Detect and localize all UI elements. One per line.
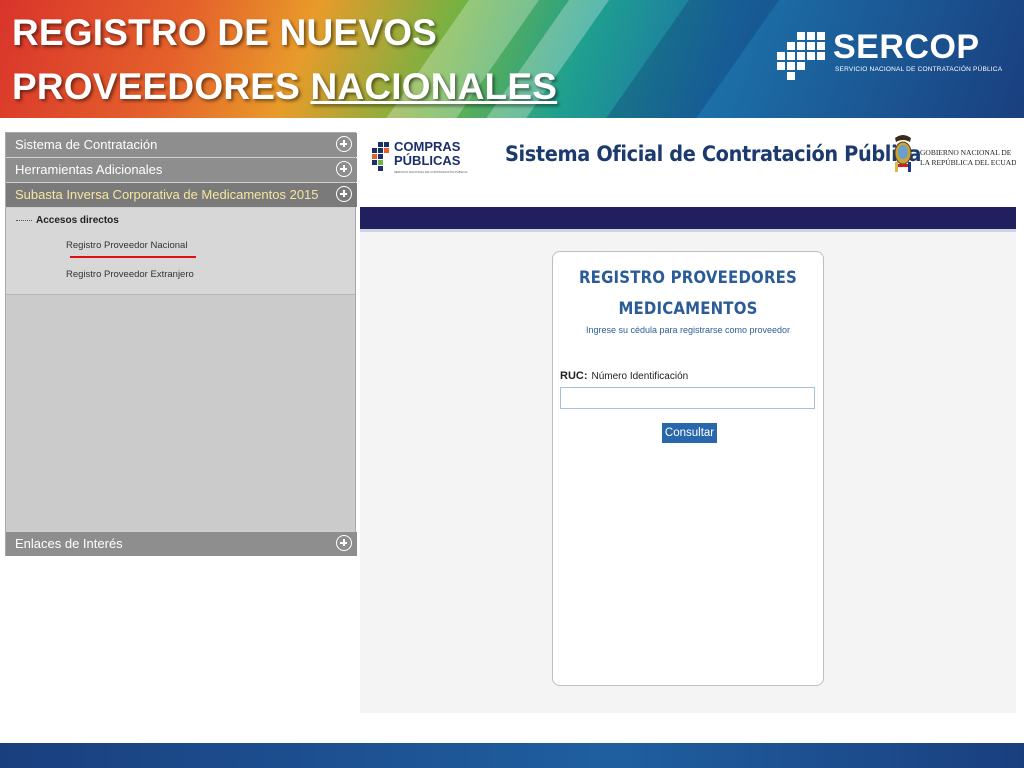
consultar-button[interactable]: Consultar bbox=[662, 423, 717, 443]
gobierno-logo: GOBIERNO NACIONAL DE LA REPÚBLICA DEL EC… bbox=[892, 132, 1016, 180]
compras-mark-icon bbox=[370, 142, 390, 176]
registro-form-card: REGISTRO PROVEEDORES MEDICAMENTOS Ingres… bbox=[552, 251, 824, 686]
slide-title-line2: PROVEEDORES NACIONALES bbox=[12, 60, 557, 114]
tree-branch-icon bbox=[16, 212, 32, 221]
slide-footer-bar bbox=[0, 743, 1024, 768]
plus-circle-icon[interactable] bbox=[336, 535, 352, 551]
slide-title-line2-underlined: NACIONALES bbox=[310, 66, 558, 107]
form-title-line2: MEDICAMENTOS bbox=[618, 299, 758, 319]
ruc-input[interactable] bbox=[560, 387, 815, 409]
portal-navbar bbox=[360, 207, 1016, 232]
ruc-label-row: RUC: Número Identificación bbox=[560, 370, 688, 382]
sidebar-empty-area bbox=[6, 295, 355, 531]
form-title-line1: REGISTRO PROVEEDORES bbox=[578, 268, 797, 288]
slide-title-line2-plain: PROVEEDORES bbox=[12, 66, 311, 107]
sidebar-section-subasta[interactable]: Subasta Inversa Corporativa de Medicamen… bbox=[6, 183, 357, 207]
form-subtitle: Ingrese su cédula para registrarse como … bbox=[585, 325, 791, 335]
sercop-subtitle: SERVICIO NACIONAL DE CONTRATACIÓN PÚBLIC… bbox=[835, 66, 1003, 73]
ecuador-crest-icon bbox=[894, 135, 912, 172]
plus-circle-icon[interactable] bbox=[336, 136, 352, 152]
sidebar-section-label: Subasta Inversa Corporativa de Medicamen… bbox=[15, 187, 319, 202]
plus-circle-icon[interactable] bbox=[336, 161, 352, 177]
link-registro-extranjero[interactable]: Registro Proveedor Extranjero bbox=[66, 269, 194, 280]
gobierno-line1: GOBIERNO NACIONAL DE bbox=[920, 148, 1012, 157]
sidebar-section-enlaces[interactable]: Enlaces de Interés bbox=[6, 532, 357, 556]
portal-header: COMPRAS PÚBLICAS SERVICIO NACIONAL DE CO… bbox=[360, 120, 1016, 207]
sercop-logo: SERCOP SERVICIO NACIONAL DE CONTRATACIÓN… bbox=[775, 28, 1002, 86]
gobierno-line2: LA REPÚBLICA DEL ECUADOR bbox=[920, 158, 1016, 167]
gobierno-text: GOBIERNO NACIONAL DE LA REPÚBLICA DEL EC… bbox=[920, 148, 1016, 168]
compras-line2: PÚBLICAS bbox=[394, 153, 461, 168]
banner-stripe bbox=[562, 0, 808, 118]
accesos-header-label: Accesos directos bbox=[36, 215, 119, 226]
pixel-logo-icon bbox=[775, 30, 830, 86]
ruc-label: RUC: bbox=[560, 370, 588, 382]
compras-line1: COMPRAS bbox=[394, 139, 461, 154]
accesos-header: Accesos directos bbox=[16, 214, 119, 226]
sidebar-menu: Sistema de Contratación Herramientas Adi… bbox=[5, 132, 357, 556]
sidebar-section-sistema-contratacion[interactable]: Sistema de Contratación bbox=[6, 133, 357, 157]
slide-title-line1: REGISTRO DE NUEVOS bbox=[12, 12, 438, 53]
link-registro-nacional[interactable]: Registro Proveedor Nacional bbox=[66, 240, 187, 251]
sidebar-section-herramientas[interactable]: Herramientas Adicionales bbox=[6, 158, 357, 182]
slide-title: REGISTRO DE NUEVOS PROVEEDORES NACIONALE… bbox=[12, 6, 557, 114]
sidebar-section-label: Herramientas Adicionales bbox=[15, 162, 163, 177]
plus-circle-icon[interactable] bbox=[336, 186, 352, 202]
system-title: Sistema Oficial de Contratación Pública bbox=[505, 142, 922, 166]
compras-small: SERVICIO NACIONAL DE CONTRATACIÓN PÚBLIC… bbox=[394, 170, 468, 174]
highlight-underline bbox=[70, 256, 196, 258]
accesos-panel: Accesos directos Registro Proveedor Naci… bbox=[6, 208, 355, 295]
id-label: Número Identificación bbox=[591, 371, 689, 382]
sidebar-section-label: Sistema de Contratación bbox=[15, 137, 158, 152]
portal-page: COMPRAS PÚBLICAS SERVICIO NACIONAL DE CO… bbox=[360, 120, 1016, 713]
sercop-name: SERCOP bbox=[833, 28, 980, 66]
sidebar-section-label: Enlaces de Interés bbox=[15, 536, 123, 551]
slide-banner: REGISTRO DE NUEVOS PROVEEDORES NACIONALE… bbox=[0, 0, 1024, 118]
compras-publicas-logo: COMPRAS PÚBLICAS SERVICIO NACIONAL DE CO… bbox=[370, 139, 467, 180]
